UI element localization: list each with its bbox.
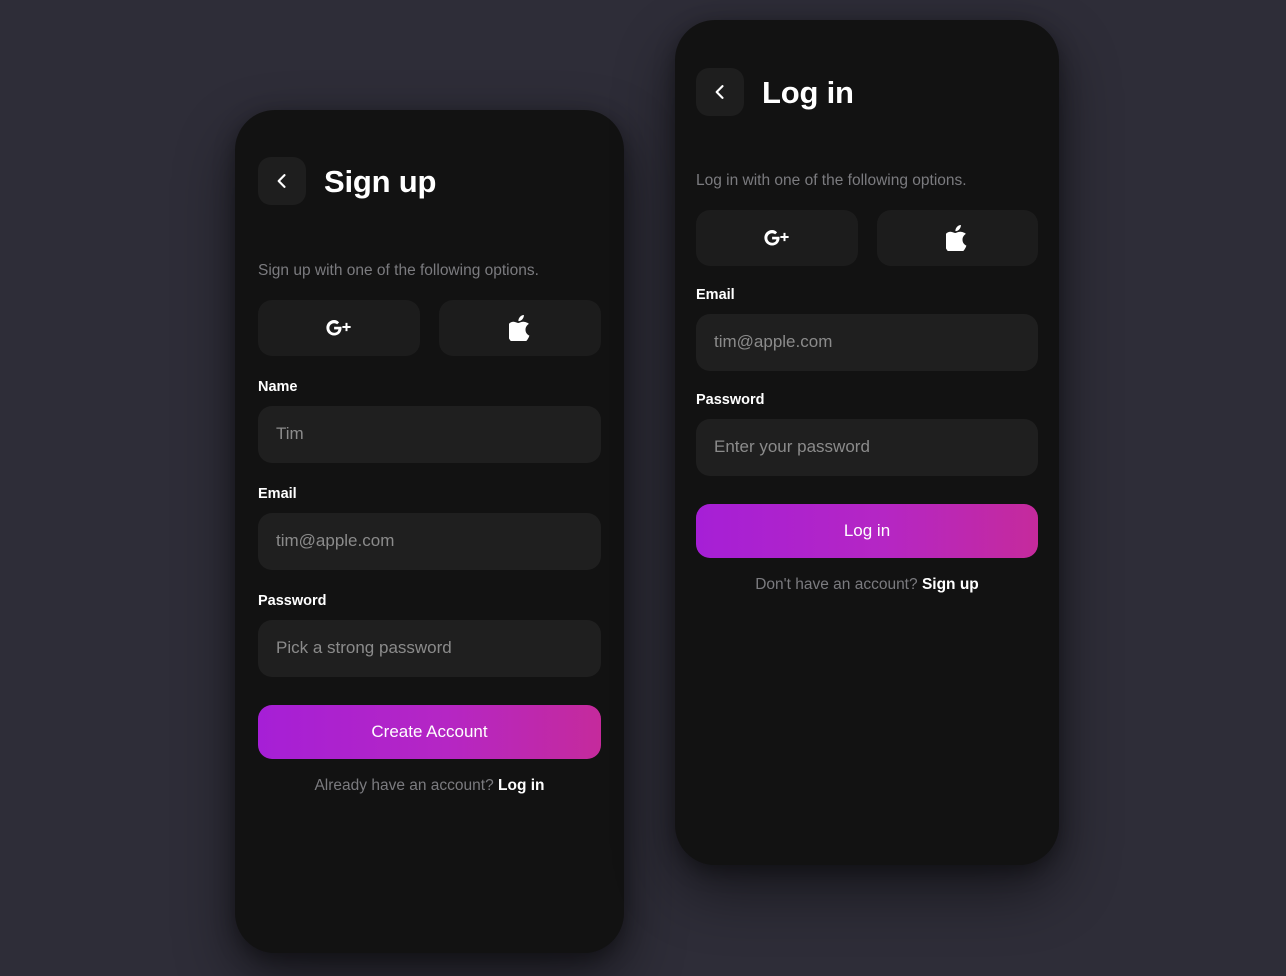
chevron-left-icon [710,82,730,102]
login-field-email: Email [696,286,1038,371]
login-email-input[interactable] [696,313,1038,371]
signup-social-options [258,299,601,356]
login-field-password: Password [696,391,1038,476]
signup-email-label: Email [258,485,297,502]
login-submit-button[interactable]: Log in [696,503,1038,558]
google-plus-icon [764,229,790,247]
login-social-options [696,209,1038,266]
signup-field-password: Password [258,592,601,677]
login-card: Log in Log in with one of the following … [675,20,1059,865]
signup-card: Sign up Sign up with one of the followin… [235,110,624,953]
signup-footer-login-link[interactable]: Log in [498,777,545,794]
signup-name-input[interactable] [258,405,601,463]
login-back-button[interactable] [696,68,744,116]
apple-icon [509,314,531,341]
login-password-input[interactable] [696,418,1038,476]
login-card-content: Log in Log in with one of the following … [675,20,1059,865]
login-subtitle: Log in with one of the following options… [696,172,967,189]
google-plus-icon [326,319,352,337]
signup-footer-text: Already have an account? [314,776,494,794]
signup-field-email: Email [258,485,601,570]
signup-google-plus-button[interactable] [258,299,420,356]
signup-footer: Already have an account? Log in [258,776,601,794]
login-footer: Don't have an account? Sign up [696,575,1038,593]
signup-name-label: Name [258,378,298,395]
login-google-plus-button[interactable] [696,209,858,266]
login-password-label: Password [696,391,765,408]
signup-page-title: Sign up [324,163,437,199]
login-header: Log in [696,20,1038,116]
login-footer-signup-link[interactable]: Sign up [922,576,979,593]
signup-header: Sign up [258,110,601,205]
signup-card-content: Sign up Sign up with one of the followin… [235,110,624,953]
login-apple-button[interactable] [876,209,1038,266]
signup-password-label: Password [258,592,327,609]
chevron-left-icon [272,171,292,191]
signup-back-button[interactable] [258,157,306,205]
screenshot-stage: Sign up Sign up with one of the followin… [0,0,1286,976]
login-email-label: Email [696,286,735,303]
login-page-title: Log in [762,74,854,110]
signup-email-input[interactable] [258,512,601,570]
create-account-button[interactable]: Create Account [258,704,601,759]
signup-password-input[interactable] [258,619,601,677]
signup-subtitle: Sign up with one of the following option… [258,262,539,279]
signup-apple-button[interactable] [439,299,601,356]
apple-icon [946,224,968,251]
login-footer-text: Don't have an account? [755,575,918,593]
signup-field-name: Name [258,378,601,463]
